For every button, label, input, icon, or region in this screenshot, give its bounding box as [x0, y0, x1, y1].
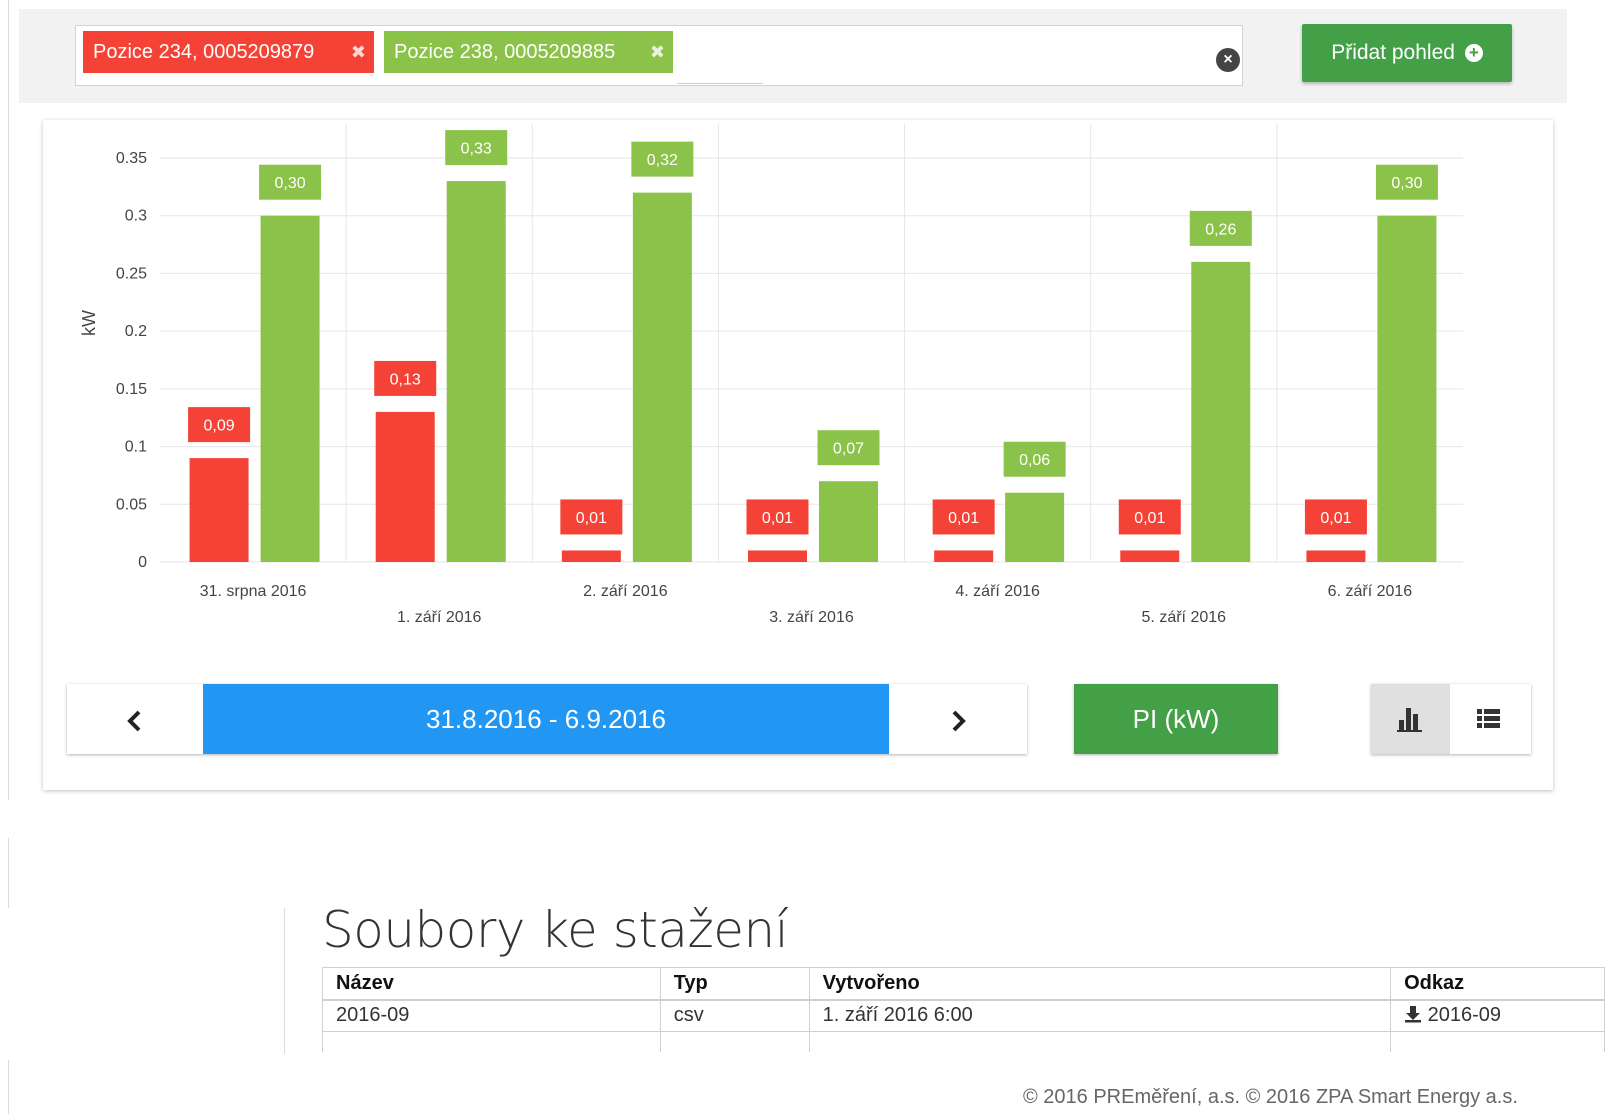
file-link-cell[interactable]: 2016-09: [1390, 999, 1605, 1032]
x-tick-label: 6. září 2016: [1328, 583, 1413, 600]
bar: [1120, 550, 1180, 562]
y-tick-label: 0.05: [116, 496, 147, 513]
clear-all-icon[interactable]: ×: [1216, 48, 1240, 72]
list-view-button[interactable]: [1450, 684, 1531, 754]
bar: [934, 550, 994, 562]
data-label: 0,13: [390, 371, 421, 388]
chevron-right-icon: [952, 710, 966, 732]
position-filter-input[interactable]: Pozice 234, 0005209879 ✖ Pozice 238, 000…: [75, 25, 1243, 86]
list-icon: [1477, 709, 1500, 728]
y-tick-label: 0: [138, 554, 147, 571]
x-tick-label: 4. září 2016: [955, 583, 1040, 600]
bar: [748, 550, 807, 562]
downloads-title: Soubory ke stažení: [322, 901, 789, 959]
left-rule-middle: [8, 838, 9, 908]
y-tick-label: 0.3: [125, 208, 147, 225]
bar: [1377, 215, 1437, 562]
data-label: 0,01: [576, 510, 607, 527]
date-range-button[interactable]: 31.8.2016 - 6.9.2016: [203, 684, 889, 754]
bar: [1191, 261, 1251, 562]
bar-chart: 0 0.05 0.1 0.15 0.2 0.25 0.3 0.35 kW 0,09 0,13 0,01…: [79, 124, 1463, 626]
bar: [189, 458, 249, 562]
y-tick-label: 0.2: [125, 323, 147, 340]
tag-text-input[interactable]: [677, 83, 763, 84]
date-navigation: 31.8.2016 - 6.9.2016: [67, 684, 1027, 754]
bar: [375, 411, 435, 562]
add-view-button[interactable]: Přidat pohled +: [1302, 24, 1512, 82]
filter-tag-position-234: Pozice 234, 0005209879 ✖: [83, 31, 374, 73]
bar: [446, 181, 506, 563]
footer-copyright: © 2016 PREměření, a.s. © 2016 ZPA Smart …: [1023, 1086, 1518, 1108]
previous-period-button[interactable]: [67, 684, 203, 754]
column-header-created[interactable]: Vytvořeno: [808, 967, 1392, 1001]
y-tick-label: 0.1: [125, 439, 147, 456]
left-rule-bottom: [8, 1060, 9, 1114]
x-tick-label: 3. září 2016: [769, 609, 854, 626]
bar: [819, 481, 878, 562]
remove-tag-icon[interactable]: ✖: [650, 31, 665, 73]
plus-circle-icon: +: [1464, 44, 1483, 62]
download-icon: [1405, 1006, 1422, 1023]
view-toggle: [1371, 684, 1531, 754]
bar: [632, 192, 692, 562]
file-type-cell: csv: [659, 999, 810, 1032]
filter-tag-position-238: Pozice 238, 0005209885 ✖: [384, 31, 673, 73]
data-label: 0,01: [1320, 510, 1351, 527]
unit-select-button[interactable]: PI (kW): [1074, 684, 1278, 754]
data-label: 0,09: [204, 418, 235, 435]
data-label: 0,30: [275, 175, 306, 192]
x-tick-label: 5. září 2016: [1142, 609, 1227, 626]
column-header-name[interactable]: Název: [322, 967, 661, 1001]
x-tick-label: 31. srpna 2016: [200, 583, 307, 600]
table-header-row: Název Typ Vytvořeno Odkaz: [322, 967, 1605, 1001]
x-tick-label: 1. září 2016: [397, 609, 482, 626]
filter-tag-label: Pozice 238, 0005209885: [394, 41, 616, 63]
filter-tag-label: Pozice 234, 0005209879: [93, 41, 315, 63]
data-label: 0,01: [1134, 510, 1165, 527]
downloads-table: Název Typ Vytvořeno Odkaz 2016-09 csv 1.…: [322, 967, 1605, 1052]
y-tick-label: 0.35: [116, 150, 147, 167]
table-row-empty: [322, 1031, 1605, 1052]
bar: [1306, 550, 1366, 562]
chevron-left-icon: [127, 710, 141, 732]
file-name-cell: 2016-09: [322, 999, 661, 1032]
x-tick-label: 2. září 2016: [583, 583, 668, 600]
download-link[interactable]: 2016-09: [1428, 1004, 1501, 1026]
data-label: 0,01: [762, 510, 793, 527]
y-tick-label: 0.15: [116, 381, 147, 398]
remove-tag-icon[interactable]: ✖: [351, 31, 366, 73]
left-rule-top: [8, 0, 9, 800]
section-divider: [284, 908, 285, 1054]
data-label: 0,30: [1391, 175, 1422, 192]
data-label: 0,07: [833, 441, 864, 458]
bar: [260, 215, 320, 562]
y-tick-label: 0.25: [116, 265, 147, 282]
chart-view-button[interactable]: [1371, 684, 1450, 754]
bar: [1005, 492, 1065, 562]
data-label: 0,06: [1019, 452, 1050, 469]
file-created-cell: 1. září 2016 6:00: [808, 999, 1392, 1032]
table-row: 2016-09 csv 1. září 2016 6:00 2016-09: [322, 999, 1605, 1032]
column-header-type[interactable]: Typ: [659, 967, 810, 1001]
data-label: 0,33: [461, 141, 492, 158]
add-view-label: Přidat pohled: [1331, 41, 1455, 64]
bar-chart-icon: [1397, 708, 1422, 732]
y-axis-label: kW: [79, 310, 99, 336]
data-label: 0,32: [647, 152, 678, 169]
data-label: 0,01: [948, 510, 979, 527]
chart-card: 0 0.05 0.1 0.15 0.2 0.25 0.3 0.35 kW 0,09 0,13 0,01…: [43, 120, 1553, 790]
column-header-link[interactable]: Odkaz: [1390, 967, 1605, 1001]
next-period-button[interactable]: [889, 684, 1027, 754]
bar: [561, 550, 621, 562]
data-label: 0,26: [1205, 221, 1236, 238]
